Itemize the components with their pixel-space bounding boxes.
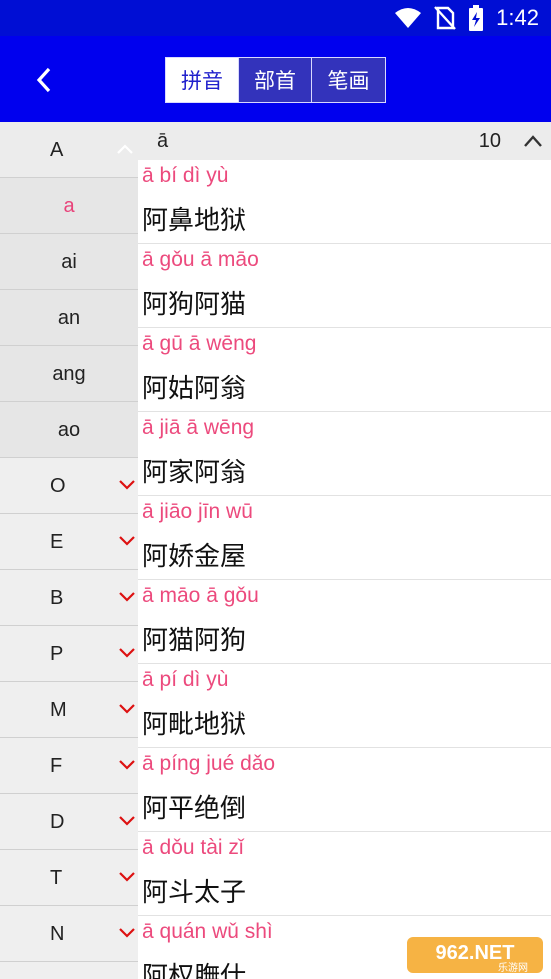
index-label: a (63, 195, 75, 217)
word-list: ā bí dì yù 阿鼻地狱 ā gǒu ā māo 阿狗阿猫 ā gū ā … (138, 160, 551, 979)
chevron-up-icon[interactable] (116, 142, 134, 156)
chevron-down-icon (119, 704, 135, 714)
entry-word: 阿姑阿翁 (142, 374, 247, 404)
index-label: E (50, 531, 64, 553)
tab-pinyin[interactable]: 拼音 (166, 58, 239, 102)
no-sim-icon (434, 6, 457, 30)
app-header: 拼音 部首 笔画 (0, 36, 551, 122)
list-item[interactable]: ā māo ā gǒu 阿猫阿狗 (138, 580, 551, 664)
entry-word: 阿猫阿狗 (142, 626, 247, 656)
chevron-down-icon (119, 480, 135, 490)
entry-pinyin: ā dǒu tài zǐ (142, 836, 244, 859)
status-bar: 1:42 (0, 0, 551, 36)
index-sub-ao[interactable]: ao (0, 402, 138, 458)
index-letter-m[interactable]: M (0, 682, 138, 738)
index-label: B (50, 587, 64, 609)
entry-pinyin: ā gū ā wēng (142, 332, 257, 355)
index-label: an (57, 307, 81, 329)
pinyin-index: A a ai an ang ao O E B P M F D T N (0, 122, 138, 979)
list-item[interactable]: ā bí dì yù 阿鼻地狱 (138, 160, 551, 244)
index-label: ao (57, 419, 81, 441)
entry-pinyin: ā bí dì yù (142, 164, 229, 187)
entry-pinyin: ā píng jué dǎo (142, 752, 276, 775)
chevron-down-icon (119, 592, 135, 602)
index-letter-n[interactable]: N (0, 906, 138, 962)
index-label: F (50, 755, 63, 777)
index-letter-p[interactable]: P (0, 626, 138, 682)
chevron-down-icon (119, 648, 135, 658)
entry-pinyin: ā quán wǔ shì (142, 920, 273, 943)
entry-pinyin: ā pí dì yù (142, 668, 229, 691)
index-letter-d[interactable]: D (0, 794, 138, 850)
word-list-panel: ā 10 ā bí dì yù 阿鼻地狱 ā gǒu ā māo 阿狗阿猫 ā … (138, 122, 551, 979)
index-label: T (50, 867, 63, 889)
entry-word: 阿狗阿猫 (142, 290, 247, 320)
index-sub-ang[interactable]: ang (0, 346, 138, 402)
status-time: 1:42 (496, 5, 539, 30)
chevron-down-icon (119, 760, 135, 770)
list-item[interactable]: ā dǒu tài zǐ 阿斗太子 (138, 832, 551, 916)
entry-word: 阿毗地狱 (142, 710, 247, 740)
watermark-subtext: 乐游网 (498, 961, 528, 974)
index-letter-b[interactable]: B (0, 570, 138, 626)
index-sub-an[interactable]: an (0, 290, 138, 346)
entry-word: 阿斗太子 (142, 878, 247, 908)
list-item[interactable]: ā gǒu ā māo 阿狗阿猫 (138, 244, 551, 328)
chevron-down-icon (119, 816, 135, 826)
section-pinyin: ā (157, 130, 169, 152)
list-item[interactable]: ā pí dì yù 阿毗地狱 (138, 664, 551, 748)
chevron-down-icon (119, 928, 135, 938)
tab-radical[interactable]: 部首 (239, 58, 312, 102)
entry-word: 阿家阿翁 (142, 458, 247, 488)
index-label: ang (52, 363, 86, 385)
chevron-down-icon (119, 872, 135, 882)
battery-charging-icon (469, 5, 484, 31)
section-count: 10 (478, 130, 501, 152)
index-label: O (50, 475, 66, 497)
back-arrow-icon (36, 67, 51, 93)
mode-tabs: 拼音 部首 笔画 (165, 57, 386, 103)
index-label: D (50, 811, 65, 833)
entry-pinyin: ā jiā ā wēng (142, 416, 255, 439)
list-item[interactable]: ā jiā ā wēng 阿家阿翁 (138, 412, 551, 496)
index-sub-ai[interactable]: ai (0, 234, 138, 290)
entry-pinyin: ā gǒu ā māo (142, 248, 259, 271)
index-label: A (50, 139, 64, 161)
entry-word: 阿平绝倒 (142, 794, 247, 824)
list-item[interactable]: ā píng jué dǎo 阿平绝倒 (138, 748, 551, 832)
index-label: ai (61, 251, 77, 273)
list-item[interactable]: ā jiāo jīn wū 阿娇金屋 (138, 496, 551, 580)
index-label: P (50, 643, 64, 665)
back-button[interactable] (24, 60, 64, 100)
index-sub-a[interactable]: a (0, 178, 138, 234)
wifi-icon (395, 8, 422, 28)
section-header[interactable]: ā 10 (138, 122, 551, 160)
index-letter-t[interactable]: T (0, 850, 138, 906)
index-label: M (50, 699, 67, 721)
entry-word: 阿权膴仕 (142, 962, 247, 979)
index-label: N (50, 923, 65, 945)
list-item[interactable]: ā gū ā wēng 阿姑阿翁 (138, 328, 551, 412)
watermark-text: 962.NET (436, 942, 515, 964)
entry-word: 阿娇金屋 (142, 542, 247, 572)
status-icons: 1:42 (394, 5, 539, 31)
entry-pinyin: ā jiāo jīn wū (142, 500, 253, 523)
chevron-up-icon[interactable] (523, 132, 543, 150)
index-letter-e[interactable]: E (0, 514, 138, 570)
chevron-down-icon (119, 536, 135, 546)
entry-word: 阿鼻地狱 (142, 206, 247, 236)
index-letter-o[interactable]: O (0, 458, 138, 514)
tab-stroke[interactable]: 笔画 (312, 58, 385, 102)
entry-pinyin: ā māo ā gǒu (142, 584, 259, 607)
watermark-logo: 962.NET 乐游网 (407, 937, 543, 974)
index-letter-f[interactable]: F (0, 738, 138, 794)
